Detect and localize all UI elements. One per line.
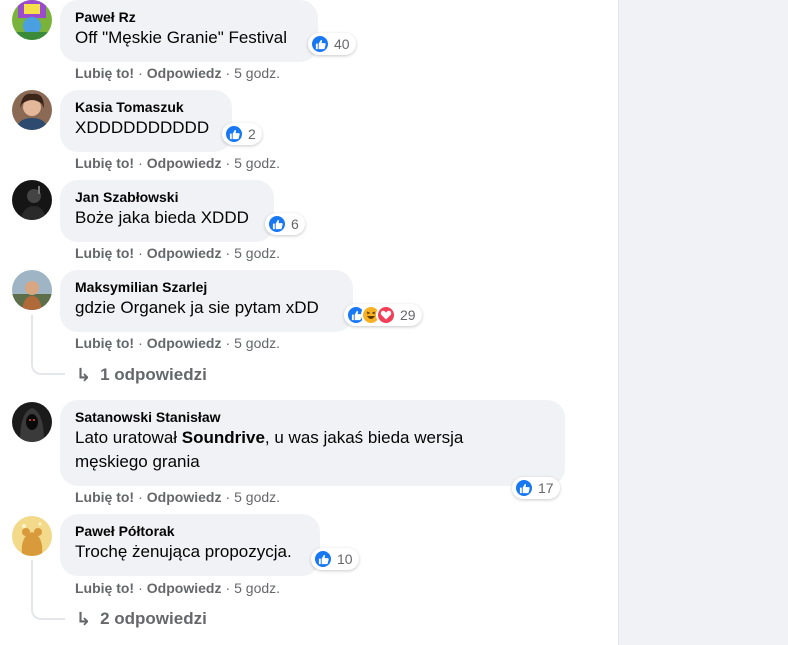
- like-action[interactable]: Lubię to!: [75, 245, 134, 261]
- view-replies-link[interactable]: ↳ 2 odpowiedzi: [76, 608, 207, 630]
- like-action[interactable]: Lubię to!: [75, 155, 134, 171]
- reaction-summary[interactable]: 40: [308, 33, 356, 55]
- reaction-count: 6: [291, 216, 299, 232]
- comment-text: Boże jaka bieda XDDD: [75, 208, 249, 227]
- comment-text: Trochę żenująca propozycja.: [75, 542, 292, 561]
- avatar[interactable]: [12, 516, 52, 556]
- comment-bubble: Maksymilian Szarlej gdzie Organek ja sie…: [60, 270, 353, 332]
- comment-author[interactable]: Maksymilian Szarlej: [75, 278, 341, 296]
- replies-count: 2 odpowiedzi: [100, 609, 207, 628]
- reply-action[interactable]: Odpowiedz: [147, 489, 222, 505]
- reply-arrow-icon: ↳: [76, 609, 92, 629]
- avatar[interactable]: [12, 90, 52, 130]
- comment-author[interactable]: Paweł Półtorak: [75, 522, 308, 540]
- timestamp[interactable]: 5 godz.: [234, 489, 280, 505]
- comment-text: XDDDDDDDDDD: [75, 118, 210, 137]
- reaction-count: 40: [334, 36, 350, 52]
- avatar[interactable]: [12, 270, 52, 310]
- love-icon: [376, 305, 396, 325]
- bold-mention: Soundrive: [181, 428, 265, 447]
- comment-text: męskiego grania: [75, 452, 200, 471]
- like-action[interactable]: Lubię to!: [75, 335, 134, 351]
- reply-action[interactable]: Odpowiedz: [147, 335, 222, 351]
- comments-feed: Paweł Rz Off "Męskie Granie" Festival 40…: [0, 0, 618, 645]
- reply-thread-line: [31, 560, 65, 620]
- comment-author[interactable]: Jan Szabłowski: [75, 188, 262, 206]
- timestamp[interactable]: 5 godz.: [234, 580, 280, 596]
- view-replies-link[interactable]: ↳ 1 odpowiedzi: [76, 364, 207, 386]
- reaction-summary[interactable]: 6: [265, 213, 305, 235]
- reaction-count: 2: [248, 126, 256, 142]
- comment-actions: Lubię to! · Odpowiedz · 5 godz.: [75, 65, 281, 81]
- comment-bubble: Kasia Tomaszuk XDDDDDDDDDD: [60, 90, 232, 152]
- comment-actions: Lubię to! · Odpowiedz · 5 godz.: [75, 155, 281, 171]
- reply-action[interactable]: Odpowiedz: [147, 65, 222, 81]
- reaction-summary[interactable]: 17: [512, 477, 560, 499]
- avatar[interactable]: [12, 180, 52, 220]
- timestamp[interactable]: 5 godz.: [234, 155, 280, 171]
- comment-author[interactable]: Satanowski Stanisław: [75, 408, 553, 426]
- timestamp[interactable]: 5 godz.: [234, 335, 280, 351]
- like-icon: [267, 214, 287, 234]
- timestamp[interactable]: 5 godz.: [234, 245, 280, 261]
- reply-action[interactable]: Odpowiedz: [147, 245, 222, 261]
- comment-bubble: Paweł Rz Off "Męskie Granie" Festival: [60, 0, 318, 62]
- avatar[interactable]: [12, 402, 52, 442]
- timestamp[interactable]: 5 godz.: [234, 65, 280, 81]
- avatar[interactable]: [12, 0, 52, 40]
- like-icon: [310, 34, 330, 54]
- right-sidebar-panel: [618, 0, 788, 645]
- like-action[interactable]: Lubię to!: [75, 65, 134, 81]
- reaction-count: 17: [538, 480, 554, 496]
- comment-bubble: Satanowski Stanisław Lato uratował Sound…: [60, 400, 565, 486]
- reaction-summary[interactable]: 29: [344, 304, 422, 326]
- comment-text: Off "Męskie Granie" Festival: [75, 28, 288, 47]
- reaction-summary[interactable]: 10: [311, 548, 359, 570]
- comment-author[interactable]: Kasia Tomaszuk: [75, 98, 220, 116]
- like-action[interactable]: Lubię to!: [75, 580, 134, 596]
- like-icon: [514, 478, 534, 498]
- comment-actions: Lubię to! · Odpowiedz · 5 godz.: [75, 245, 281, 261]
- reaction-summary[interactable]: 2: [222, 123, 262, 145]
- comment-actions: Lubię to! · Odpowiedz · 5 godz.: [75, 580, 281, 596]
- reaction-count: 10: [337, 551, 353, 567]
- replies-count: 1 odpowiedzi: [100, 365, 207, 384]
- comment-actions: Lubię to! · Odpowiedz · 5 godz.: [75, 489, 281, 505]
- comment-actions: Lubię to! · Odpowiedz · 5 godz.: [75, 335, 281, 351]
- comment-text: gdzie Organek ja sie pytam xDD: [75, 298, 319, 317]
- like-icon: [224, 124, 244, 144]
- like-action[interactable]: Lubię to!: [75, 489, 134, 505]
- comment-text: Lato uratował Soundrive, u was jakaś bie…: [75, 428, 464, 447]
- reply-action[interactable]: Odpowiedz: [147, 580, 222, 596]
- like-icon: [313, 549, 333, 569]
- comment-bubble: Jan Szabłowski Boże jaka bieda XDDD: [60, 180, 274, 242]
- comment-author[interactable]: Paweł Rz: [75, 8, 306, 26]
- comment-bubble: Paweł Półtorak Trochę żenująca propozycj…: [60, 514, 320, 576]
- reply-action[interactable]: Odpowiedz: [147, 155, 222, 171]
- reply-arrow-icon: ↳: [76, 365, 92, 385]
- reaction-count: 29: [400, 307, 416, 323]
- reply-thread-line: [31, 315, 65, 375]
